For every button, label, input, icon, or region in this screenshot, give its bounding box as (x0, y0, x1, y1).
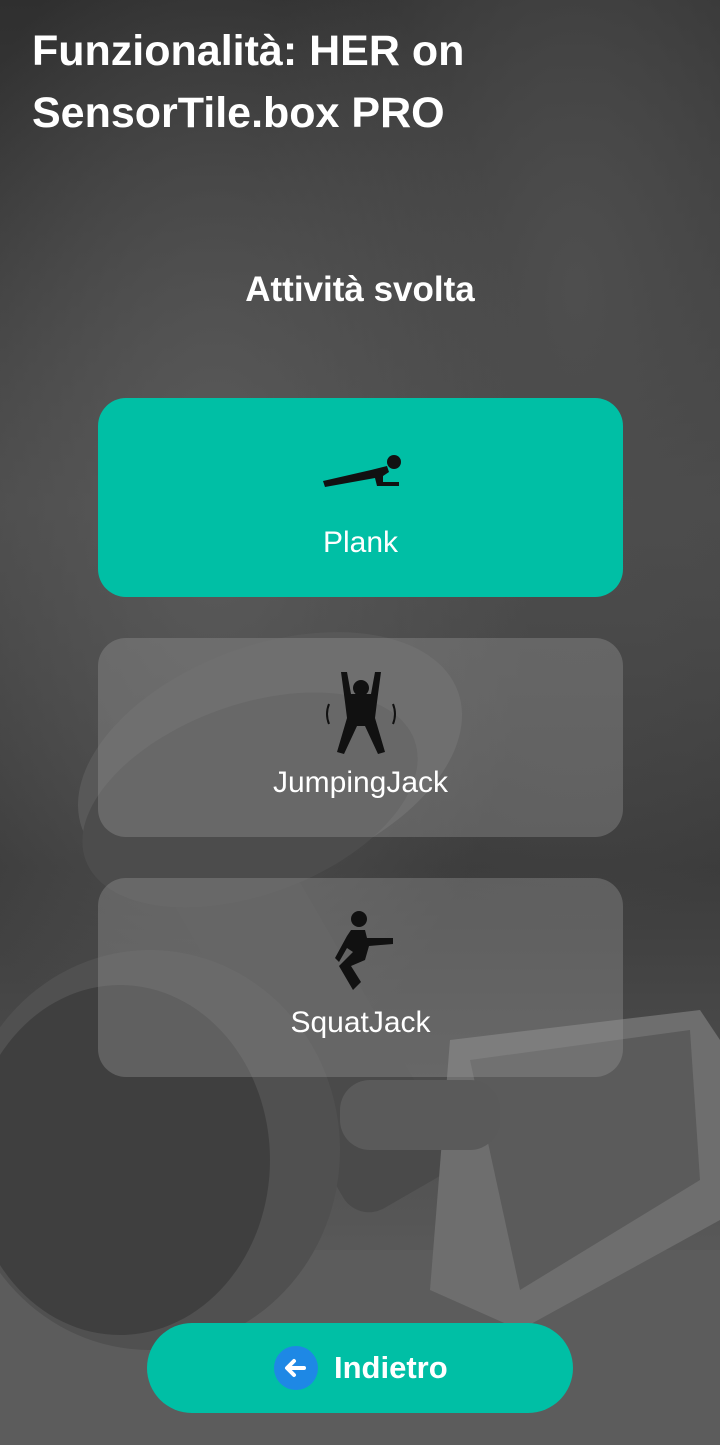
section-title: Attività svolta (245, 270, 475, 309)
activity-label: JumpingJack (272, 766, 449, 799)
activity-label: SquatJack (290, 1006, 431, 1039)
page-title-line-2: SensorTile.box PRO (32, 89, 445, 137)
arrow-left-icon (274, 1346, 318, 1390)
back-button[interactable]: Indietro (147, 1323, 573, 1413)
jumping-jack-icon (321, 668, 401, 758)
plank-icon (321, 428, 401, 518)
activity-card-squatjack[interactable]: SquatJack (98, 878, 623, 1077)
squat-jack-icon (321, 908, 401, 998)
page-title: Funzionalità: HER on SensorTile.box PRO (32, 20, 632, 144)
activity-label: Plank (322, 526, 399, 559)
activity-card-jumpingjack[interactable]: JumpingJack (98, 638, 623, 837)
back-button-label: Indietro (334, 1350, 448, 1385)
activity-card-plank[interactable]: Plank (98, 398, 623, 597)
page-title-line-1: Funzionalità: HER on (32, 27, 465, 75)
